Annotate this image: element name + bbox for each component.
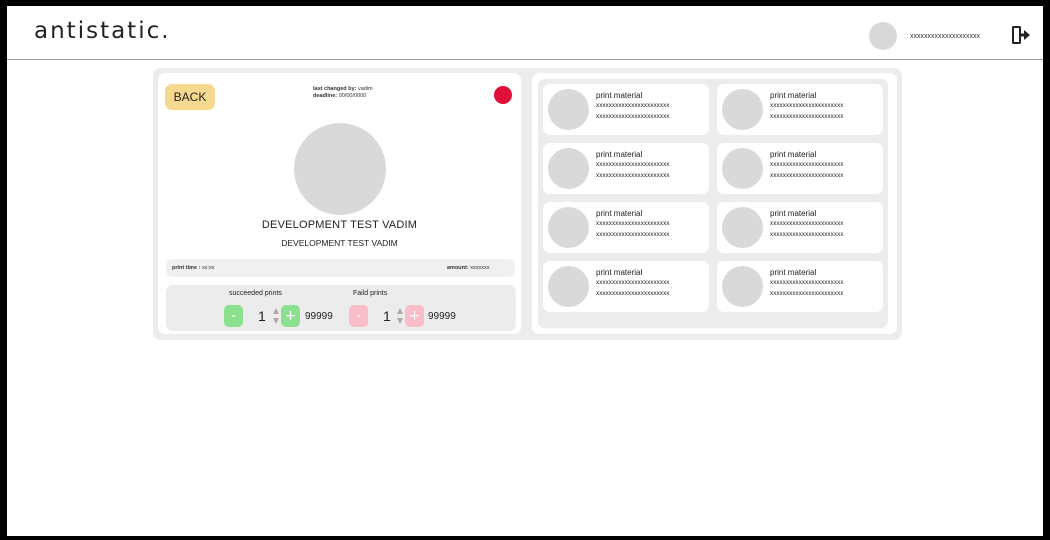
succeeded-spinner-icon[interactable] bbox=[272, 306, 280, 326]
material-detail: xxxxxxxxxxxxxxxxxxxxxxx bbox=[596, 161, 670, 168]
material-thumbnail bbox=[548, 266, 589, 307]
material-item[interactable]: print material xxxxxxxxxxxxxxxxxxxxxxx x… bbox=[717, 261, 883, 312]
material-detail: xxxxxxxxxxxxxxxxxxxxxxx bbox=[596, 290, 670, 297]
material-thumbnail bbox=[548, 89, 589, 130]
main-panel: BACK last changed by: vadim deadline: 00… bbox=[153, 68, 902, 340]
material-item[interactable]: print material xxxxxxxxxxxxxxxxxxxxxxx x… bbox=[717, 84, 883, 135]
failed-value[interactable]: 1 bbox=[383, 308, 391, 324]
material-detail: xxxxxxxxxxxxxxxxxxxxxxx bbox=[596, 113, 670, 120]
material-detail: xxxxxxxxxxxxxxxxxxxxxxx bbox=[596, 172, 670, 179]
material-detail: xxxxxxxxxxxxxxxxxxxxxxx bbox=[770, 113, 844, 120]
amount-label: amount: bbox=[447, 265, 469, 271]
material-thumbnail bbox=[722, 148, 763, 189]
material-name: print material bbox=[596, 268, 643, 277]
material-item[interactable]: print material xxxxxxxxxxxxxxxxxxxxxxx x… bbox=[717, 202, 883, 253]
material-item[interactable]: print material xxxxxxxxxxxxxxxxxxxxxxx x… bbox=[543, 261, 709, 312]
material-thumbnail bbox=[548, 207, 589, 248]
print-time: print time : xx:xx bbox=[172, 265, 214, 271]
material-name: print material bbox=[770, 91, 817, 100]
succeeded-value[interactable]: 1 bbox=[258, 308, 266, 324]
material-name: print material bbox=[770, 150, 817, 159]
materials-card: print material xxxxxxxxxxxxxxxxxxxxxxx x… bbox=[532, 73, 897, 334]
material-thumbnail bbox=[548, 148, 589, 189]
material-detail: xxxxxxxxxxxxxxxxxxxxxxx bbox=[770, 279, 844, 286]
material-item[interactable]: print material xxxxxxxxxxxxxxxxxxxxxxx x… bbox=[543, 202, 709, 253]
header: antistatic. xxxxxxxxxxxxxxxxxxxx bbox=[7, 6, 1043, 60]
material-detail: xxxxxxxxxxxxxxxxxxxxxxx bbox=[770, 290, 844, 297]
failed-max: 99999 bbox=[428, 311, 456, 322]
material-name: print material bbox=[596, 91, 643, 100]
material-item[interactable]: print material xxxxxxxxxxxxxxxxxxxxxxx x… bbox=[543, 143, 709, 194]
amount-value: xxxxxxx bbox=[470, 265, 490, 271]
material-item[interactable]: print material xxxxxxxxxxxxxxxxxxxxxxx x… bbox=[717, 143, 883, 194]
materials-grid: print material xxxxxxxxxxxxxxxxxxxxxxx x… bbox=[538, 79, 888, 328]
user-avatar[interactable] bbox=[869, 22, 897, 50]
logo: antistatic. bbox=[34, 18, 171, 44]
last-changed-value: vadim bbox=[357, 86, 373, 92]
failed-label: Faild prints bbox=[353, 290, 388, 297]
succeeded-max: 99999 bbox=[305, 311, 333, 322]
info-bar: print time : xx:xx amount: xxxxxxx bbox=[166, 259, 515, 277]
succeeded-label: succeeded prints bbox=[229, 290, 282, 297]
succeeded-plus-button[interactable]: + bbox=[281, 305, 300, 327]
print-time-value: xx:xx bbox=[201, 265, 215, 271]
failed-spinner-icon[interactable] bbox=[396, 306, 404, 326]
failed-minus-button[interactable]: - bbox=[349, 305, 368, 327]
material-detail: xxxxxxxxxxxxxxxxxxxxxxx bbox=[596, 231, 670, 238]
material-detail: xxxxxxxxxxxxxxxxxxxxxxx bbox=[596, 220, 670, 227]
material-thumbnail bbox=[722, 89, 763, 130]
job-meta: last changed by: vadim deadline: 00/00/0… bbox=[313, 86, 373, 100]
deadline-label: deadline: bbox=[313, 93, 338, 99]
logout-icon[interactable] bbox=[1011, 24, 1031, 46]
app-window: antistatic. xxxxxxxxxxxxxxxxxxxx BACK la… bbox=[7, 6, 1043, 536]
material-name: print material bbox=[770, 209, 817, 218]
job-subtitle: DEVELOPMENT TEST VADIM bbox=[281, 238, 398, 248]
material-thumbnail bbox=[722, 266, 763, 307]
failed-plus-button[interactable]: + bbox=[405, 305, 424, 327]
material-detail: xxxxxxxxxxxxxxxxxxxxxxx bbox=[770, 231, 844, 238]
job-detail-card: BACK last changed by: vadim deadline: 00… bbox=[158, 73, 521, 334]
material-thumbnail bbox=[722, 207, 763, 248]
material-item[interactable]: print material xxxxxxxxxxxxxxxxxxxxxxx x… bbox=[543, 84, 709, 135]
deadline-value: 00/00/0000 bbox=[338, 93, 367, 99]
amount: amount: xxxxxxx bbox=[447, 265, 489, 271]
print-counters: succeeded prints - 1 + 99999 Faild print… bbox=[166, 285, 516, 331]
material-detail: xxxxxxxxxxxxxxxxxxxxxxx bbox=[770, 102, 844, 109]
job-image bbox=[294, 123, 386, 215]
back-button[interactable]: BACK bbox=[165, 84, 215, 110]
material-detail: xxxxxxxxxxxxxxxxxxxxxxx bbox=[770, 161, 844, 168]
material-detail: xxxxxxxxxxxxxxxxxxxxxxx bbox=[770, 220, 844, 227]
print-time-label: print time : bbox=[172, 265, 201, 271]
material-name: print material bbox=[596, 150, 643, 159]
status-indicator bbox=[494, 86, 512, 104]
last-changed-label: last changed by: bbox=[313, 86, 357, 92]
job-title: DEVELOPMENT TEST VADIM bbox=[261, 219, 418, 231]
username: xxxxxxxxxxxxxxxxxxxx bbox=[910, 33, 980, 40]
material-name: print material bbox=[770, 268, 817, 277]
material-name: print material bbox=[596, 209, 643, 218]
material-detail: xxxxxxxxxxxxxxxxxxxxxxx bbox=[770, 172, 844, 179]
material-detail: xxxxxxxxxxxxxxxxxxxxxxx bbox=[596, 279, 670, 286]
material-detail: xxxxxxxxxxxxxxxxxxxxxxx bbox=[596, 102, 670, 109]
succeeded-minus-button[interactable]: - bbox=[224, 305, 243, 327]
